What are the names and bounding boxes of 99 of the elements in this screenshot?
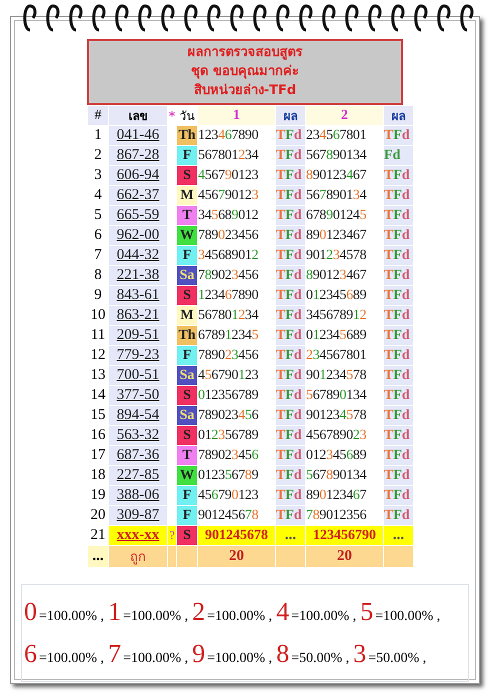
digit-label: 4 [276, 597, 290, 626]
percent-text: =100.00% , [375, 609, 440, 624]
result-cell: TFd [276, 346, 305, 365]
correct-label: ถูก [109, 546, 167, 567]
result-cell: TFd [384, 306, 413, 325]
result-cell: TFd [276, 286, 305, 305]
result-cell: TFd [384, 126, 413, 145]
formula-cell: 123456790 [306, 526, 383, 545]
result-cell: TFd [276, 326, 305, 345]
total-cell: 20 [198, 546, 275, 567]
question-mark: ? [168, 526, 176, 545]
digit-label: 5 [360, 597, 374, 626]
percent-text: =100.00% , [39, 609, 104, 624]
result-cell: TFd [276, 266, 305, 285]
result-cell: TFd [384, 166, 413, 185]
result-cell: TFd [276, 486, 305, 505]
day-badge: F [177, 506, 197, 525]
day-badge: S [177, 526, 197, 545]
percent-text: =50.00% , [291, 651, 350, 666]
day-badge: T [177, 446, 197, 465]
day-badge: F [177, 486, 197, 505]
digit-label: 3 [353, 639, 366, 668]
result-cell: TFd [384, 466, 413, 485]
percent-text: =50.00% , [368, 651, 426, 666]
formula-cell: 901245678 [198, 526, 275, 545]
digit-label: 1 [108, 597, 122, 626]
day-badge: W [177, 226, 197, 245]
column-header: เลข [109, 106, 167, 125]
day-badge: S [177, 166, 197, 185]
day-badge: S [177, 426, 197, 445]
day-badge: T [177, 206, 197, 225]
column-header: 2 [306, 106, 383, 125]
column-header: 1 [198, 106, 275, 125]
column-header: ผล [276, 106, 305, 125]
result-cell: TFd [384, 226, 413, 245]
day-badge: F [177, 246, 197, 265]
result-cell: TFd [276, 446, 305, 465]
percent-text: =100.00% , [123, 609, 188, 624]
day-badge: F [177, 146, 197, 165]
result-cell: ... [384, 526, 413, 545]
title-line: ผลการตรวจสอบสูตร [186, 44, 304, 62]
column-header: ผล [384, 106, 413, 125]
result-cell: TFd [276, 406, 305, 425]
percent-text: =100.00% , [39, 651, 104, 666]
result-cell: TFd [384, 206, 413, 225]
result-cell: TFd [384, 486, 413, 505]
digit-label: 0 [24, 597, 37, 626]
result-cell: ... [276, 526, 305, 545]
more-cell: ... [88, 546, 108, 567]
result-cell: TFd [384, 246, 413, 265]
result-cell: TFd [276, 366, 305, 385]
result-cell: TFd [384, 426, 413, 445]
digit-label: 6 [24, 639, 37, 668]
result-cell: TFd [384, 406, 413, 425]
result-cell: TFd [276, 506, 305, 525]
digit-label: 9 [192, 639, 206, 668]
result-cell: TFd [384, 386, 413, 405]
digit-label: 8 [276, 639, 290, 668]
result-cell: TFd [276, 386, 305, 405]
percent-text: =100.00% , [123, 651, 188, 666]
result-cell: TFd [384, 346, 413, 365]
day-badge: Sa [177, 406, 197, 425]
result-cell: TFd [276, 466, 305, 485]
day-badge: Sa [177, 366, 197, 385]
digit-label: 7 [108, 639, 122, 668]
result-cell: TFd [276, 426, 305, 445]
day-badge: S [177, 386, 197, 405]
day-badge: S [177, 286, 197, 305]
percent-text: =100.00% , [207, 609, 272, 624]
total-cell: 20 [306, 546, 383, 567]
result-cell: TFd [276, 126, 305, 145]
day-badge: Sa [177, 266, 197, 285]
result-cell: TFd [276, 226, 305, 245]
result-cell: TFd [276, 206, 305, 225]
day-badge: W [177, 466, 197, 485]
result-cell: TFd [276, 146, 305, 165]
day-badge: Th [177, 126, 197, 145]
result-cell: TFd [384, 186, 413, 205]
result-cell: TFd [384, 326, 413, 345]
percent-text: =100.00% , [291, 609, 356, 624]
result-cell: TFd [384, 366, 413, 385]
result-cell: TFd [384, 266, 413, 285]
day-badge: F [177, 346, 197, 365]
title-line: สิบหน่วยล่าง-TFd [192, 82, 298, 100]
day-badge: M [177, 186, 197, 205]
result-cell: TFd [384, 506, 413, 525]
result-cell: TFd [384, 446, 413, 465]
result-cell: TFd [276, 186, 305, 205]
day-badge: Th [177, 326, 197, 345]
digit-label: 2 [192, 597, 206, 626]
result-cell: TFd [276, 306, 305, 325]
result-cell: TFd [276, 166, 305, 185]
column-header: # [88, 106, 108, 125]
title-line: ชุด ขอบคุณมากค่ะ [190, 63, 300, 81]
result-cell: TFd [384, 286, 413, 305]
day-badge: M [177, 306, 197, 325]
result-cell: Fd [384, 146, 413, 165]
percent-text: =100.00% , [207, 651, 272, 666]
result-cell: TFd [276, 246, 305, 265]
